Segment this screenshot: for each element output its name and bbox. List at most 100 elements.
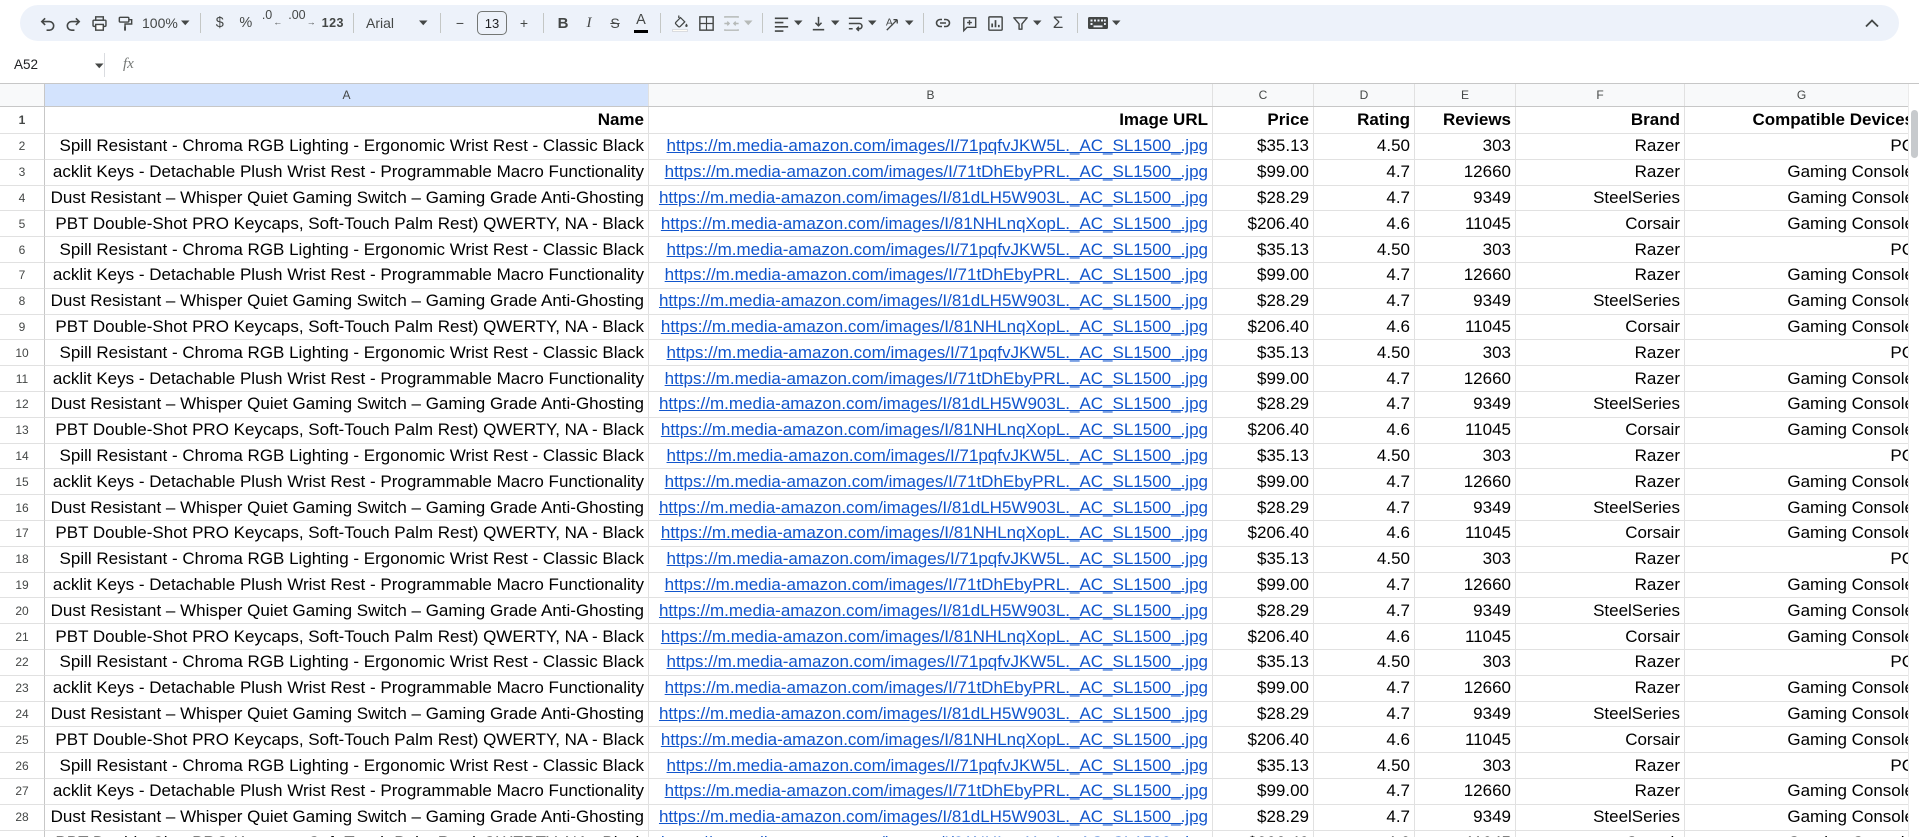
cell-E20[interactable]: 9349: [1415, 598, 1516, 625]
font-size-input[interactable]: 13: [477, 11, 507, 35]
cell-B3[interactable]: https://m.media-amazon.com/images/I/71tD…: [649, 159, 1213, 186]
cell-F29[interactable]: Corsair: [1516, 830, 1685, 837]
cell-C23[interactable]: $99.00: [1213, 675, 1314, 702]
cell-A16[interactable]: Dust Resistant – Whisper Quiet Gaming Sw…: [45, 495, 649, 521]
cell-C28[interactable]: $28.29: [1213, 804, 1314, 831]
cell-D5[interactable]: 4.6: [1314, 211, 1415, 238]
cell-D23[interactable]: 4.7: [1314, 675, 1415, 702]
insert-comment-button[interactable]: [956, 9, 982, 37]
cell-D3[interactable]: 4.7: [1314, 159, 1415, 186]
row-header-10[interactable]: 10: [0, 340, 45, 367]
cell-D29[interactable]: 4.6: [1314, 830, 1415, 837]
cell-D20[interactable]: 4.7: [1314, 598, 1415, 625]
cell-B23[interactable]: https://m.media-amazon.com/images/I/71tD…: [649, 675, 1213, 702]
cell-E24[interactable]: 9349: [1415, 701, 1516, 728]
row-header-9[interactable]: 9: [0, 314, 45, 341]
cell-F5[interactable]: Corsair: [1516, 211, 1685, 238]
cell-E29[interactable]: 11045: [1415, 830, 1516, 837]
cell-C20[interactable]: $28.29: [1213, 598, 1314, 625]
cell-D22[interactable]: 4.50: [1314, 649, 1415, 676]
cell-D13[interactable]: 4.6: [1314, 417, 1415, 444]
cell-G3[interactable]: Gaming Console: [1685, 160, 1908, 186]
image-url-link[interactable]: https://m.media-amazon.com/images/I/71tD…: [665, 369, 1208, 389]
cell-A20[interactable]: Dust Resistant – Whisper Quiet Gaming Sw…: [45, 598, 649, 625]
cell-C1[interactable]: Price: [1213, 107, 1314, 134]
font-select[interactable]: Arial: [360, 9, 434, 37]
cell-E23[interactable]: 12660: [1415, 675, 1516, 702]
cell-A13[interactable]: PBT Double-Shot PRO Keycaps, Soft-Touch …: [45, 417, 649, 444]
cell-A19[interactable]: acklit Keys - Detachable Plush Wrist Res…: [45, 572, 649, 599]
print-button[interactable]: [86, 9, 112, 37]
cell-C25[interactable]: $206.40: [1213, 727, 1314, 754]
cell-F2[interactable]: Razer: [1516, 134, 1685, 160]
cell-D26[interactable]: 4.50: [1314, 753, 1415, 779]
text-wrap-button[interactable]: [843, 9, 880, 37]
name-box[interactable]: A52: [0, 46, 104, 83]
cell-D4[interactable]: 4.7: [1314, 185, 1415, 212]
cell-A7[interactable]: acklit Keys - Detachable Plush Wrist Res…: [45, 262, 649, 289]
image-url-link[interactable]: https://m.media-amazon.com/images/I/81NH…: [661, 627, 1208, 647]
cell-F7[interactable]: Razer: [1516, 262, 1685, 289]
cell-C10[interactable]: $35.13: [1213, 340, 1314, 367]
cell-A28[interactable]: Dust Resistant – Whisper Quiet Gaming Sw…: [45, 804, 649, 831]
image-url-link[interactable]: https://m.media-amazon.com/images/I/81dL…: [659, 601, 1208, 621]
cell-G29[interactable]: Gaming Console: [1685, 831, 1908, 837]
cell-F24[interactable]: SteelSeries: [1516, 701, 1685, 728]
cell-B9[interactable]: https://m.media-amazon.com/images/I/81NH…: [649, 314, 1213, 341]
cell-A21[interactable]: PBT Double-Shot PRO Keycaps, Soft-Touch …: [45, 624, 649, 650]
cell-G23[interactable]: Gaming Console: [1685, 676, 1908, 702]
cell-A29[interactable]: PBT Double-Shot PRO Keycaps, Soft-Touch …: [45, 830, 649, 837]
cell-G22[interactable]: PC: [1685, 650, 1908, 676]
redo-button[interactable]: [60, 9, 86, 37]
cell-F18[interactable]: Razer: [1516, 546, 1685, 573]
cell-C3[interactable]: $99.00: [1213, 159, 1314, 186]
cell-D18[interactable]: 4.50: [1314, 546, 1415, 573]
cell-A24[interactable]: Dust Resistant – Whisper Quiet Gaming Sw…: [45, 701, 649, 728]
row-header-15[interactable]: 15: [0, 469, 45, 496]
cell-C15[interactable]: $99.00: [1213, 469, 1314, 496]
select-all-corner[interactable]: [0, 84, 45, 106]
input-tools-button[interactable]: [1084, 9, 1124, 37]
paint-format-button[interactable]: [112, 9, 138, 37]
image-url-link[interactable]: https://m.media-amazon.com/images/I/71pq…: [667, 136, 1208, 156]
fill-color-button[interactable]: [667, 9, 693, 37]
cell-A15[interactable]: acklit Keys - Detachable Plush Wrist Res…: [45, 469, 649, 496]
cell-A9[interactable]: PBT Double-Shot PRO Keycaps, Soft-Touch …: [45, 314, 649, 341]
image-url-link[interactable]: https://m.media-amazon.com/images/I/71pq…: [667, 240, 1208, 260]
cell-A2[interactable]: Spill Resistant - Chroma RGB Lighting - …: [45, 134, 649, 160]
cell-D15[interactable]: 4.7: [1314, 469, 1415, 496]
image-url-link[interactable]: https://m.media-amazon.com/images/I/81dL…: [659, 394, 1208, 414]
row-header-27[interactable]: 27: [0, 778, 45, 805]
cell-G24[interactable]: Gaming Console: [1685, 702, 1908, 728]
cell-E16[interactable]: 9349: [1415, 495, 1516, 521]
cell-B19[interactable]: https://m.media-amazon.com/images/I/71tD…: [649, 572, 1213, 599]
cell-E21[interactable]: 11045: [1415, 624, 1516, 650]
image-url-link[interactable]: https://m.media-amazon.com/images/I/71pq…: [667, 652, 1208, 672]
image-url-link[interactable]: https://m.media-amazon.com/images/I/81NH…: [661, 523, 1208, 543]
cell-G1[interactable]: Compatible Devices: [1685, 107, 1908, 134]
cell-A3[interactable]: acklit Keys - Detachable Plush Wrist Res…: [45, 159, 649, 186]
cell-F26[interactable]: Razer: [1516, 753, 1685, 779]
cell-B11[interactable]: https://m.media-amazon.com/images/I/71tD…: [649, 366, 1213, 392]
cell-F12[interactable]: SteelSeries: [1516, 391, 1685, 418]
image-url-link[interactable]: https://m.media-amazon.com/images/I/71tD…: [665, 162, 1208, 182]
column-header-D[interactable]: D: [1314, 84, 1415, 106]
cell-D11[interactable]: 4.7: [1314, 366, 1415, 392]
column-header-C[interactable]: C: [1213, 84, 1314, 106]
cell-C18[interactable]: $35.13: [1213, 546, 1314, 573]
row-header-11[interactable]: 11: [0, 366, 45, 392]
cell-G26[interactable]: PC: [1685, 753, 1908, 779]
column-header-G[interactable]: G: [1685, 84, 1908, 106]
cell-B12[interactable]: https://m.media-amazon.com/images/I/81dL…: [649, 391, 1213, 418]
cell-E2[interactable]: 303: [1415, 134, 1516, 160]
cell-C26[interactable]: $35.13: [1213, 753, 1314, 779]
cell-A1[interactable]: Name: [45, 107, 649, 134]
cell-B15[interactable]: https://m.media-amazon.com/images/I/71tD…: [649, 469, 1213, 496]
formula-input[interactable]: [134, 46, 1919, 83]
cell-A26[interactable]: Spill Resistant - Chroma RGB Lighting - …: [45, 753, 649, 779]
cell-G5[interactable]: Gaming Console: [1685, 211, 1908, 238]
cell-D7[interactable]: 4.7: [1314, 262, 1415, 289]
cell-G9[interactable]: Gaming Console: [1685, 315, 1908, 341]
cell-E13[interactable]: 11045: [1415, 417, 1516, 444]
row-header-25[interactable]: 25: [0, 727, 45, 754]
